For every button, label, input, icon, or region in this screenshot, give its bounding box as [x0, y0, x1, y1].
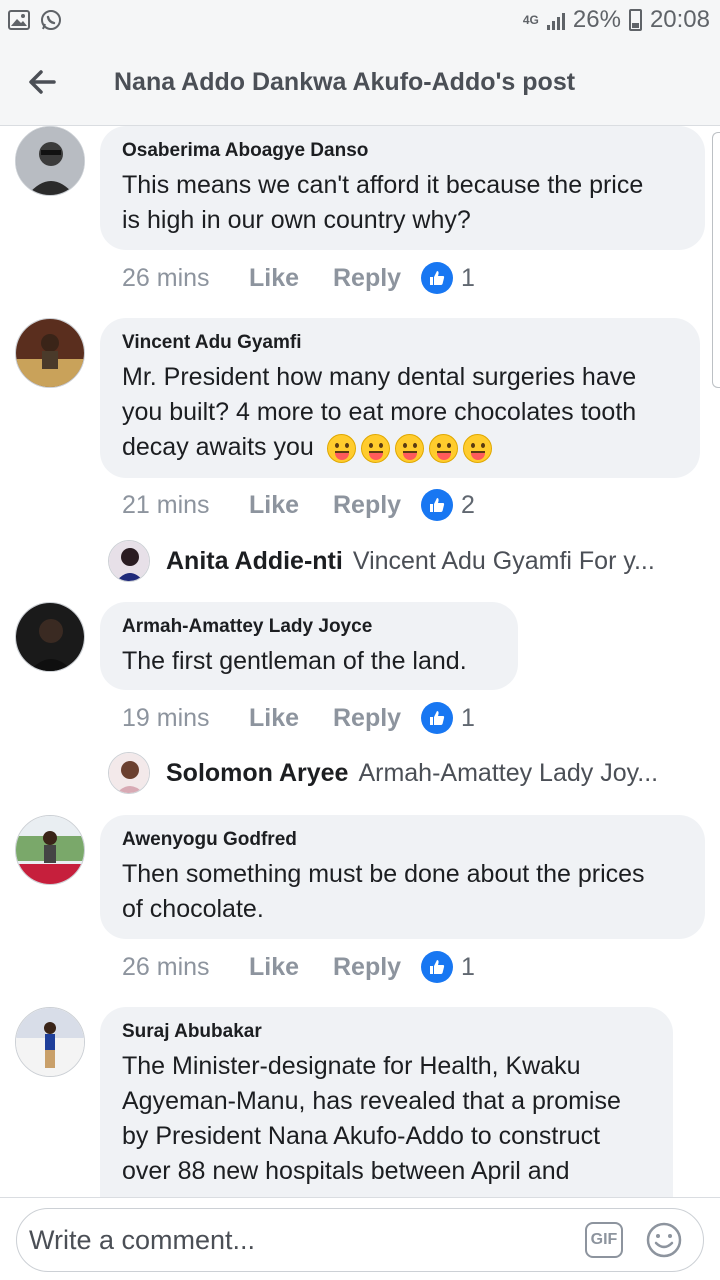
reply-button[interactable]: Reply — [333, 264, 421, 293]
comment-actions: 19 mins Like Reply 1 — [122, 702, 475, 734]
comment-author[interactable]: Awenyogu Godfred — [122, 829, 683, 851]
comment-time[interactable]: 21 mins — [122, 491, 249, 520]
whatsapp-icon — [41, 10, 61, 30]
reply-snippet: Vincent Adu Gyamfi For y... — [352, 546, 655, 575]
scrollbar[interactable] — [712, 132, 720, 388]
tongue-emoji — [326, 433, 497, 463]
reaction-count: 1 — [461, 952, 475, 981]
like-button[interactable]: Like — [249, 491, 333, 520]
thumbs-up-icon[interactable] — [421, 262, 453, 294]
avatar[interactable] — [15, 126, 85, 196]
avatar[interactable] — [15, 815, 85, 885]
comment-bubble[interactable]: Awenyogu Godfred Then something must be … — [100, 815, 705, 939]
signal-icon — [546, 10, 565, 30]
like-button[interactable]: Like — [249, 953, 333, 982]
comment-author[interactable]: Osaberima Aboagye Danso — [122, 140, 683, 162]
emoji-icon[interactable] — [645, 1221, 683, 1259]
battery-icon — [628, 9, 642, 31]
comment-time[interactable]: 26 mins — [122, 953, 249, 982]
thumbs-up-icon[interactable] — [421, 702, 453, 734]
comment-actions: 26 mins Like Reply 1 — [122, 951, 475, 983]
reply-avatar[interactable] — [108, 752, 150, 794]
comment-text: The Minister-designate for Health, Kwaku… — [122, 1052, 621, 1185]
reply-button[interactable]: Reply — [333, 704, 421, 733]
comment-list[interactable]: Osaberima Aboagye Danso This means we ca… — [0, 126, 720, 1197]
reply-preview[interactable]: Solomon Aryee Armah-Amattey Lady Joy... — [108, 752, 688, 794]
comment-text: Then something must be done about the pr… — [122, 860, 645, 923]
comment-text: This means we can't afford it because th… — [122, 171, 644, 234]
reply-snippet: Armah-Amattey Lady Joy... — [358, 758, 659, 787]
comment-text: Mr. President how many dental surgeries … — [122, 363, 637, 463]
thumbs-up-icon[interactable] — [421, 489, 453, 521]
status-bar: 4G 26% 20:08 — [0, 0, 720, 42]
comment-time[interactable]: 26 mins — [122, 264, 249, 293]
like-button[interactable]: Like — [249, 704, 333, 733]
avatar[interactable] — [15, 318, 85, 388]
reaction-count: 1 — [461, 703, 475, 732]
comment-bubble[interactable]: Suraj Abubakar The Minister-designate fo… — [100, 1007, 673, 1197]
like-button[interactable]: Like — [249, 264, 333, 293]
comment-author[interactable]: Suraj Abubakar — [122, 1021, 651, 1043]
gif-button[interactable]: GIF — [585, 1222, 623, 1258]
avatar[interactable] — [15, 602, 85, 672]
reply-author[interactable]: Solomon Aryee — [166, 759, 348, 788]
comment-composer[interactable]: GIF — [16, 1208, 704, 1272]
back-arrow-icon[interactable] — [24, 64, 60, 100]
reply-avatar[interactable] — [108, 540, 150, 582]
comment-input[interactable] — [29, 1217, 569, 1263]
comment-text: The first gentleman of the land. — [122, 647, 467, 675]
network-type: 4G — [522, 13, 539, 27]
reaction-count: 2 — [461, 490, 475, 519]
comment-time[interactable]: 19 mins — [122, 704, 249, 733]
battery-percent: 26% — [572, 6, 621, 33]
reply-button[interactable]: Reply — [333, 491, 421, 520]
comment-composer-bar: GIF — [0, 1197, 720, 1280]
reply-preview[interactable]: Anita Addie-nti Vincent Adu Gyamfi For y… — [108, 540, 688, 582]
comment-author[interactable]: Armah-Amattey Lady Joyce — [122, 616, 496, 638]
post-header: Nana Addo Dankwa Akufo-Addo's post — [0, 42, 720, 126]
clock: 20:08 — [649, 6, 710, 33]
thumbs-up-icon[interactable] — [421, 951, 453, 983]
comment-author[interactable]: Vincent Adu Gyamfi — [122, 332, 678, 354]
comment-bubble[interactable]: Osaberima Aboagye Danso This means we ca… — [100, 126, 705, 250]
reaction-count: 1 — [461, 263, 475, 292]
gallery-icon — [8, 10, 30, 30]
reply-button[interactable]: Reply — [333, 953, 421, 982]
comment-actions: 21 mins Like Reply 2 — [122, 489, 475, 521]
avatar[interactable] — [15, 1007, 85, 1077]
page-title: Nana Addo Dankwa Akufo-Addo's post — [114, 68, 576, 96]
comment-bubble[interactable]: Armah-Amattey Lady Joyce The first gentl… — [100, 602, 518, 690]
comment-bubble[interactable]: Vincent Adu Gyamfi Mr. President how man… — [100, 318, 700, 478]
comment-actions: 26 mins Like Reply 1 — [122, 262, 475, 294]
reply-author[interactable]: Anita Addie-nti — [166, 547, 343, 576]
